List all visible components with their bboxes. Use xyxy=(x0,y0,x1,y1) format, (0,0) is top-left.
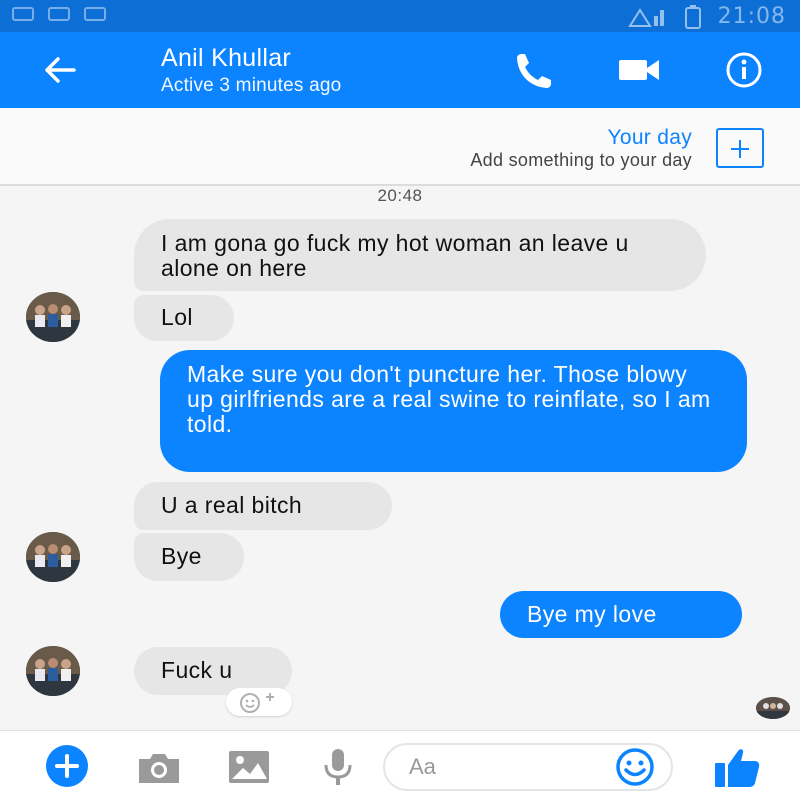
conversation-header: Anil Khullar Active 3 minutes ago xyxy=(0,32,800,108)
plus-icon xyxy=(46,745,88,787)
thumbs-up-icon xyxy=(715,749,760,787)
message-text: U a real bitch xyxy=(161,492,303,518)
notification-icon xyxy=(12,7,34,21)
contact-avatar[interactable] xyxy=(26,532,80,582)
message-text: Bye my love xyxy=(527,601,657,627)
contact-photo xyxy=(26,292,80,342)
back-arrow-icon xyxy=(45,57,76,83)
contact-avatar[interactable] xyxy=(26,292,80,342)
message-text: I am gona go fuck my hot woman an leave … xyxy=(161,230,629,281)
your-day-title[interactable]: Your day xyxy=(607,126,692,150)
contact-avatar[interactable] xyxy=(26,646,80,696)
video-camera-icon xyxy=(619,60,659,80)
emoji-button[interactable] xyxy=(610,747,660,787)
your-day-banner: Your day Add something to your day xyxy=(0,108,800,186)
message-text: Fuck u xyxy=(161,657,233,683)
received-message[interactable]: I am gona go fuck my hot woman an leave … xyxy=(134,219,706,291)
notification-icons xyxy=(12,7,106,21)
received-message[interactable]: U a real bitch xyxy=(134,482,392,530)
contact-active-status: Active 3 minutes ago xyxy=(161,75,342,96)
notification-icon xyxy=(48,7,70,21)
add-to-day-button[interactable] xyxy=(716,128,764,168)
contact-photo xyxy=(26,532,80,582)
image-icon xyxy=(229,751,269,783)
status-bar: 21:08 xyxy=(0,0,800,32)
smiley-plus-icon xyxy=(240,693,274,713)
seen-indicator-avatar xyxy=(756,697,790,719)
voice-message-button[interactable] xyxy=(320,747,356,787)
add-reaction-button[interactable] xyxy=(226,688,292,716)
smiley-icon xyxy=(616,748,654,786)
contact-photo xyxy=(26,646,80,696)
your-day-subtitle: Add something to your day xyxy=(470,150,692,170)
info-icon xyxy=(726,52,762,88)
message-text: Lol xyxy=(161,304,193,330)
back-button[interactable] xyxy=(40,50,84,90)
info-button[interactable] xyxy=(722,50,766,90)
battery-icon xyxy=(684,4,701,29)
contact-photo xyxy=(756,697,790,719)
camera-button[interactable] xyxy=(136,751,182,785)
gallery-button[interactable] xyxy=(227,749,271,785)
system-indicators: 21:08 xyxy=(627,4,786,29)
message-text: Bye xyxy=(161,543,202,569)
received-message[interactable]: Lol xyxy=(134,295,234,341)
video-call-button[interactable] xyxy=(617,50,661,90)
received-message[interactable]: Bye xyxy=(134,533,244,581)
phone-icon xyxy=(517,54,551,88)
message-text: Make sure you don't puncture her. Those … xyxy=(187,361,711,437)
sent-message[interactable]: Bye my love xyxy=(500,591,742,638)
camera-icon xyxy=(139,754,179,783)
clock: 21:08 xyxy=(717,4,786,29)
voice-call-button[interactable] xyxy=(511,50,555,90)
message-timestamp: 20:48 xyxy=(377,186,423,205)
sent-message[interactable]: Make sure you don't puncture her. Those … xyxy=(160,350,747,472)
notification-icon xyxy=(84,7,106,21)
more-options-button[interactable] xyxy=(40,743,94,789)
microphone-icon xyxy=(324,749,352,785)
contact-name[interactable]: Anil Khullar xyxy=(161,44,291,73)
like-button[interactable] xyxy=(712,745,762,789)
signal-icon xyxy=(627,7,664,27)
message-composer xyxy=(0,730,800,800)
